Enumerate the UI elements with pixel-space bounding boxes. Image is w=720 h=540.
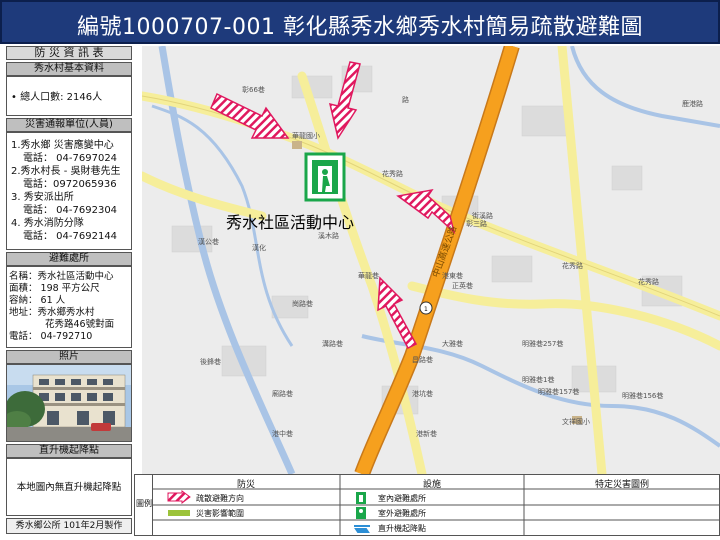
shelter-name: 名稱：秀水社區活動中心 <box>9 271 114 282</box>
map-label: 港中巷 <box>272 429 293 438</box>
map-label: 溝路巷 <box>322 339 343 348</box>
map-label: 彰66巷 <box>242 85 265 94</box>
map-label: 大雅巷 <box>442 339 463 348</box>
map-label: 明雅巷156巷 <box>622 391 663 400</box>
contact-line: 電話： 04-7692144 <box>23 231 118 242</box>
shelter-header: 避難處所 <box>6 252 132 266</box>
shelter-area: 面積： 198 平方公尺 <box>9 283 100 294</box>
map-label: 港坑巷 <box>412 389 433 398</box>
page-title: 編號1000707-001 彰化縣秀水鄉秀水村簡易疏散避難圖 <box>77 15 643 40</box>
map-canvas: 秀水社區活動中心 華龍國小 文祥國小 花秀路 花秀路 彰66巷 漢公巷 漢化 華… <box>142 46 720 474</box>
contact-line: 電話：0972065936 <box>23 179 117 190</box>
map-label: 明雅巷1巷 <box>522 375 554 384</box>
legend-col-special: 特定災害圖例 <box>594 480 649 490</box>
shelter-capacity: 容納： 61 人 <box>9 295 66 306</box>
indoor-shelter-legend-icon <box>356 492 366 504</box>
map-label: 鹿港路 <box>682 99 703 108</box>
map-label: 文祥國小 <box>562 417 590 426</box>
map-label: 漢化 <box>252 243 266 252</box>
shelter-info: 名稱：秀水社區活動中心 面積： 198 平方公尺 容納： 61 人 地址：秀水鄉… <box>6 266 132 348</box>
disaster-area-swatch <box>168 510 190 516</box>
population: • 總人口數: 2146人 <box>6 76 132 116</box>
map-label: 華龍國小 <box>292 131 320 140</box>
map-label: 後鋒巷 <box>200 357 221 366</box>
info-table-header: 防 災 資 訊 表 <box>6 46 132 60</box>
contact-line: 2.秀水村長 - 吳財巷先生 <box>11 166 121 177</box>
evacuation-map[interactable]: 秀水社區活動中心 華龍國小 文祥國小 花秀路 花秀路 彰66巷 漢公巷 漢化 華… <box>142 46 720 474</box>
contact-line: 電話： 04-7692304 <box>23 205 118 216</box>
legend-heli-point: 直升機起降點 <box>378 524 426 533</box>
basic-info-header: 秀水村基本資料 <box>6 62 132 76</box>
map-label: 華龍巷 <box>358 271 379 280</box>
legend-disaster-area: 災害影響範圍 <box>196 509 244 518</box>
map-label: 溪木路 <box>318 231 339 240</box>
heli-header: 直升機起降點 <box>6 444 132 458</box>
report-unit-header: 災害通報單位(人員) <box>6 118 132 132</box>
photo-header: 照片 <box>6 350 132 364</box>
map-label: 明雅巷257巷 <box>522 339 563 348</box>
map-label: 正英巷 <box>452 281 473 290</box>
contact-line: 3. 秀安派出所 <box>11 192 74 203</box>
map-label: 街溪路 <box>472 211 493 220</box>
map-label: 廟路巷 <box>272 389 293 398</box>
legend-evac-direction: 疏散避難方向 <box>196 494 244 503</box>
shelter-photo <box>3 364 132 442</box>
producer-footer: 秀水鄉公所 101年2月製作 <box>6 518 132 534</box>
map-label: 路 <box>402 95 409 104</box>
legend-side-label: 圖例 <box>136 499 152 508</box>
outdoor-shelter-legend-icon <box>356 507 366 519</box>
map-label: 港新巷 <box>416 429 437 438</box>
shelter-label: 秀水社區活動中心 <box>226 213 354 232</box>
map-label: 花秀路 <box>562 261 583 270</box>
map-label: 明雅巷157巷 <box>538 387 579 396</box>
route-number: 1 <box>424 306 428 313</box>
contact-line: 4. 秀水消防分隊 <box>11 218 84 229</box>
legend-col-facility: 設施 <box>422 480 441 490</box>
legend-outdoor-shelter: 室外避難處所 <box>378 509 426 518</box>
legend: 圖例 防災 設施 特定災害圖例 疏散避難方向 災害影響範圍 室內避難處所 室外避… <box>134 474 720 536</box>
contact-list: 1.秀水鄉 災害應變中心 電話： 04-7697024 2.秀水村長 - 吳財巷… <box>6 132 132 250</box>
contact-line: 1.秀水鄉 災害應變中心 <box>11 140 114 151</box>
legend-col-disaster: 防災 <box>236 480 255 490</box>
shelter-address-2: 花秀路46號對面 <box>45 319 115 330</box>
map-label: 崗路巷 <box>292 299 313 308</box>
heli-info: 本地圖內無直升機起降點 <box>6 458 132 516</box>
school-icon <box>292 141 302 149</box>
map-label: 花秀路 <box>638 277 659 286</box>
map-label: 港東巷 <box>442 271 463 280</box>
indoor-shelter-icon <box>304 152 346 202</box>
map-label: 彰三路 <box>466 219 487 228</box>
shelter-phone: 電話： 04-792710 <box>9 331 93 342</box>
building-photo <box>3 365 131 441</box>
shelter-address: 地址：秀水鄉秀水村 <box>9 307 95 318</box>
map-label: 漢公巷 <box>198 237 219 246</box>
contact-line: 電話： 04-7697024 <box>23 153 118 164</box>
title-bar: 編號1000707-001 彰化縣秀水鄉秀水村簡易疏散避難圖 <box>0 0 720 44</box>
map-label: 花秀路 <box>382 169 403 178</box>
info-sidebar: 防 災 資 訊 表 秀水村基本資料 • 總人口數: 2146人 災害通報單位(人… <box>3 46 132 536</box>
map-label: 昌路巷 <box>412 355 433 364</box>
legend-indoor-shelter: 室內避難處所 <box>378 494 426 503</box>
